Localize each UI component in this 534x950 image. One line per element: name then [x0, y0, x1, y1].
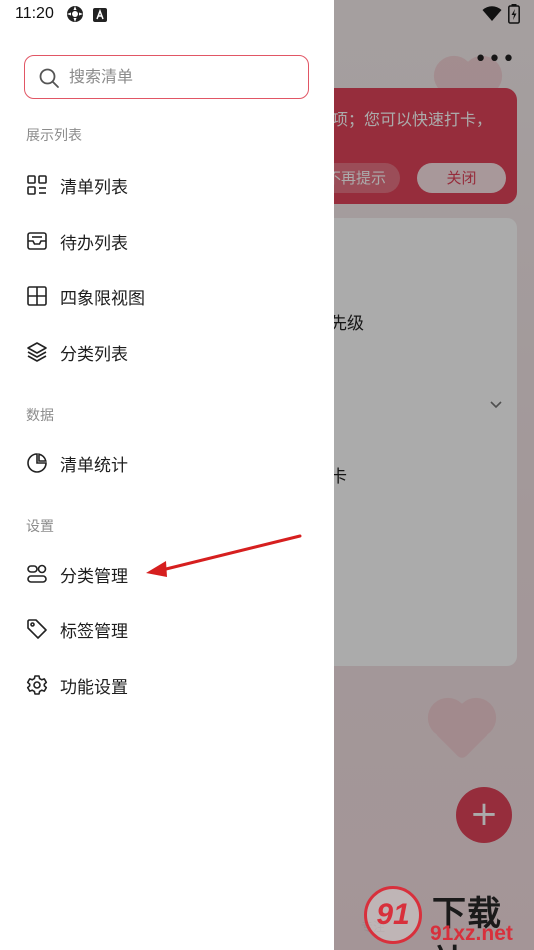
menu-item-label: 清单统计: [60, 456, 128, 476]
section-title-data: 数据: [26, 408, 54, 424]
menu-item-label: 分类管理: [60, 567, 128, 587]
four-quadrant-icon: [26, 285, 48, 307]
menu-item-label: 分类列表: [60, 345, 128, 365]
screen: ••• 事项；您可以快速打卡， 不再提示 关闭 先级 卡 + 专注 91 下载站…: [0, 0, 534, 950]
menu-item-category-list[interactable]: 分类列表: [0, 328, 334, 376]
category-manage-icon: [26, 563, 48, 585]
section-title-settings: 设置: [26, 519, 54, 535]
battery-charging-icon: [508, 4, 520, 28]
annotation-arrow: [146, 534, 302, 577]
search-icon: [38, 67, 60, 93]
status-time: 11:20: [15, 5, 54, 22]
menu-item-label: 清单列表: [60, 178, 128, 198]
wifi-icon: [482, 6, 502, 26]
section-title-display-list: 展示列表: [26, 128, 82, 144]
pie-chart-icon: [26, 452, 48, 474]
menu-item-todo-list[interactable]: 待办列表: [0, 217, 334, 265]
watermark-logo: 91: [364, 886, 422, 944]
gear-icon: [26, 674, 48, 696]
menu-item-label: 标签管理: [60, 622, 128, 642]
search-input[interactable]: [69, 56, 299, 97]
layers-icon: [26, 341, 48, 363]
settings-gear-icon: [66, 5, 84, 27]
navigation-drawer: 展示列表 清单列表 待办列表: [0, 0, 334, 950]
search-box[interactable]: [24, 55, 309, 99]
menu-item-label: 功能设置: [60, 678, 128, 698]
grid-list-icon: [26, 174, 48, 196]
status-bar: 11:20: [0, 0, 534, 30]
menu-item-label: 四象限视图: [60, 289, 145, 309]
menu-item-feature-settings[interactable]: 功能设置: [0, 661, 334, 709]
menu-item-checklist[interactable]: 清单列表: [0, 161, 334, 209]
menu-item-tag-manage[interactable]: 标签管理: [0, 605, 334, 653]
menu-item-quadrant-view[interactable]: 四象限视图: [0, 272, 334, 320]
menu-item-statistics[interactable]: 清单统计: [0, 439, 334, 487]
app-notification-icon: [93, 7, 107, 26]
inbox-tray-icon: [26, 230, 48, 252]
menu-item-label: 待办列表: [60, 234, 128, 254]
watermark-url: 91xz.net: [430, 922, 513, 945]
tag-icon: [26, 618, 48, 640]
